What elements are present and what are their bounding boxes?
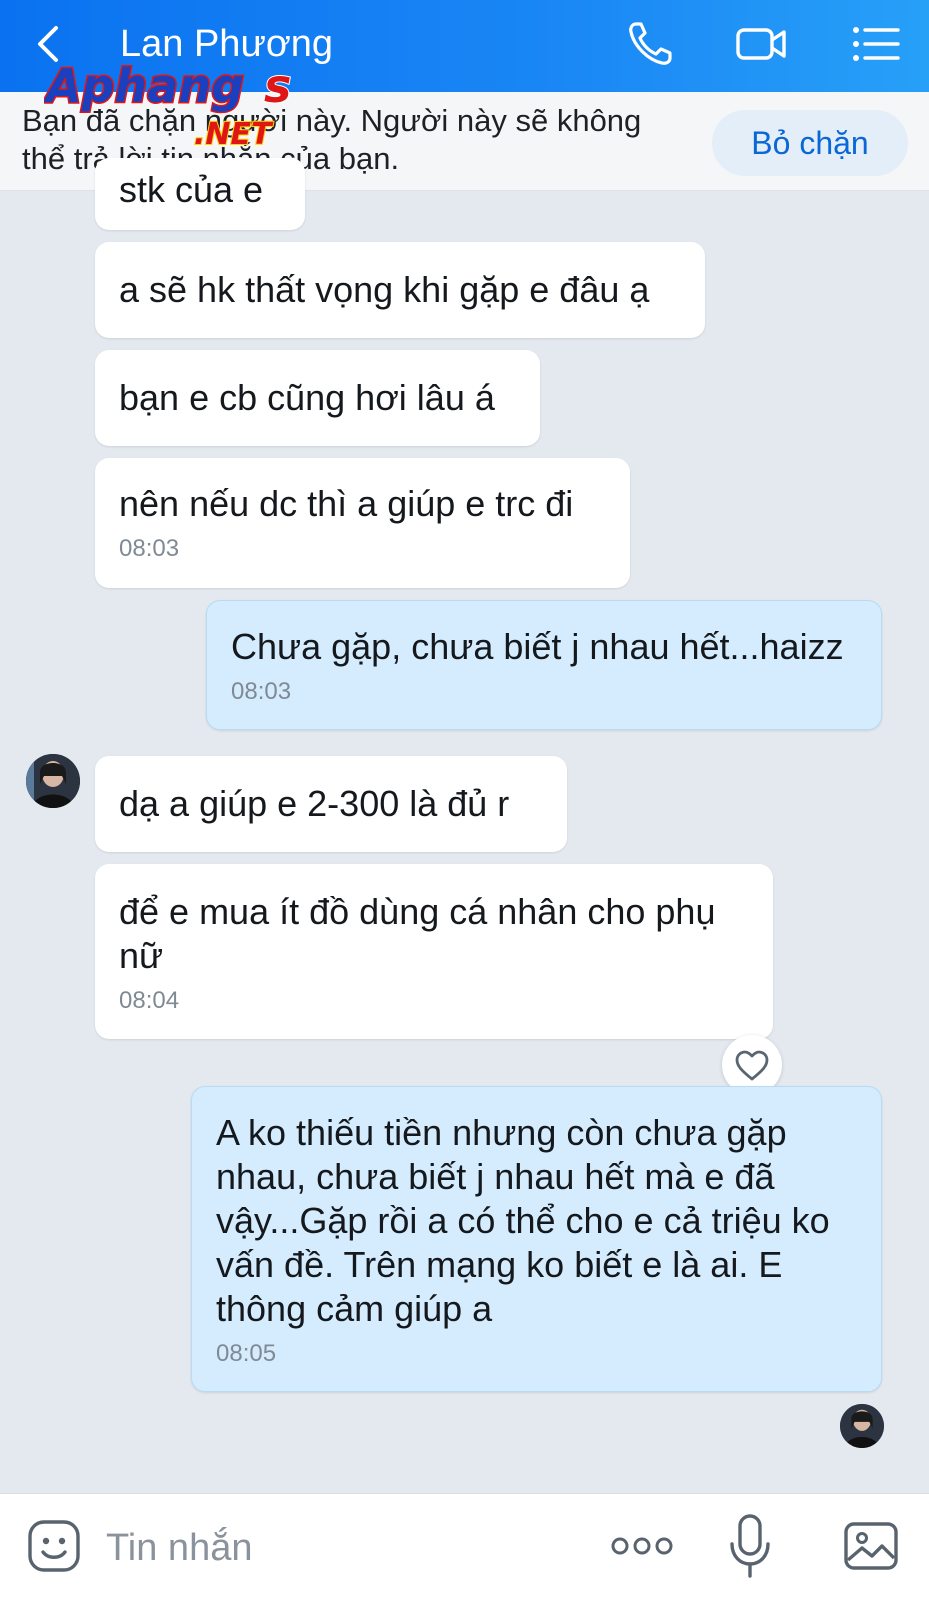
sticker-button[interactable]	[26, 1518, 82, 1574]
chat-header: Lan Phương	[0, 0, 929, 92]
message-timestamp: 08:04	[119, 987, 180, 1014]
image-icon	[844, 1522, 898, 1570]
more-options-button[interactable]	[610, 1530, 674, 1562]
message-text: nên nếu dc thì a giúp e trc đi	[119, 483, 574, 524]
video-camera-icon	[736, 28, 786, 60]
message-timestamp: 08:03	[231, 678, 292, 705]
message-composer	[0, 1493, 929, 1601]
message-bubble-outgoing[interactable]: Chưa gặp, chưa biết j nhau hết...haizz 0…	[206, 600, 882, 730]
video-call-button[interactable]	[734, 18, 790, 70]
voice-message-button[interactable]	[728, 1512, 772, 1580]
avatar-image	[840, 1404, 884, 1448]
message-bubble-incoming[interactable]: để e mua ít đồ dùng cá nhân cho phụ nữ 0…	[95, 864, 773, 1039]
message-bubble-incoming[interactable]: nên nếu dc thì a giúp e trc đi 08:03	[95, 458, 630, 588]
chevron-left-icon	[38, 26, 58, 62]
unblock-button[interactable]: Bỏ chặn	[712, 110, 908, 176]
message-timestamp: 08:03	[119, 535, 180, 562]
phone-icon	[629, 22, 672, 65]
message-text: A ko thiếu tiền nhưng còn chưa gặp nhau,…	[216, 1112, 830, 1329]
message-text: stk của e	[119, 169, 264, 210]
avatar-image	[26, 754, 80, 808]
message-bubble-incoming[interactable]: a sẽ hk thất vọng khi gặp e đâu ạ	[95, 242, 705, 338]
message-bubble-outgoing[interactable]: A ko thiếu tiền nhưng còn chưa gặp nhau,…	[191, 1086, 882, 1392]
message-text: dạ a giúp e 2-300 là đủ r	[119, 783, 510, 824]
list-menu-icon	[853, 27, 900, 61]
message-text: để e mua ít đồ dùng cá nhân cho phụ nữ	[119, 891, 716, 976]
message-text: bạn e cb cũng hơi lâu á	[119, 377, 495, 418]
message-timestamp: 08:05	[216, 1340, 277, 1367]
send-image-button[interactable]	[842, 1518, 900, 1574]
message-input[interactable]	[104, 1518, 568, 1578]
chat-options-button[interactable]	[848, 18, 904, 70]
message-bubble-incoming[interactable]: dạ a giúp e 2-300 là đủ r	[95, 756, 567, 852]
contact-name[interactable]: Lan Phương	[120, 20, 333, 68]
message-bubble-incoming[interactable]: bạn e cb cũng hơi lâu á	[95, 350, 540, 446]
message-bubble-incoming[interactable]: stk của e	[95, 158, 305, 230]
seen-avatar	[840, 1404, 884, 1448]
back-button[interactable]	[30, 20, 70, 68]
sticker-icon	[28, 1520, 80, 1572]
message-text: a sẽ hk thất vọng khi gặp e đâu ạ	[119, 269, 650, 310]
voice-call-button[interactable]	[624, 18, 680, 70]
microphone-icon	[730, 1514, 770, 1578]
more-dots-icon	[611, 1537, 673, 1555]
contact-avatar[interactable]	[26, 754, 80, 808]
message-text: Chưa gặp, chưa biết j nhau hết...haizz	[231, 626, 844, 667]
